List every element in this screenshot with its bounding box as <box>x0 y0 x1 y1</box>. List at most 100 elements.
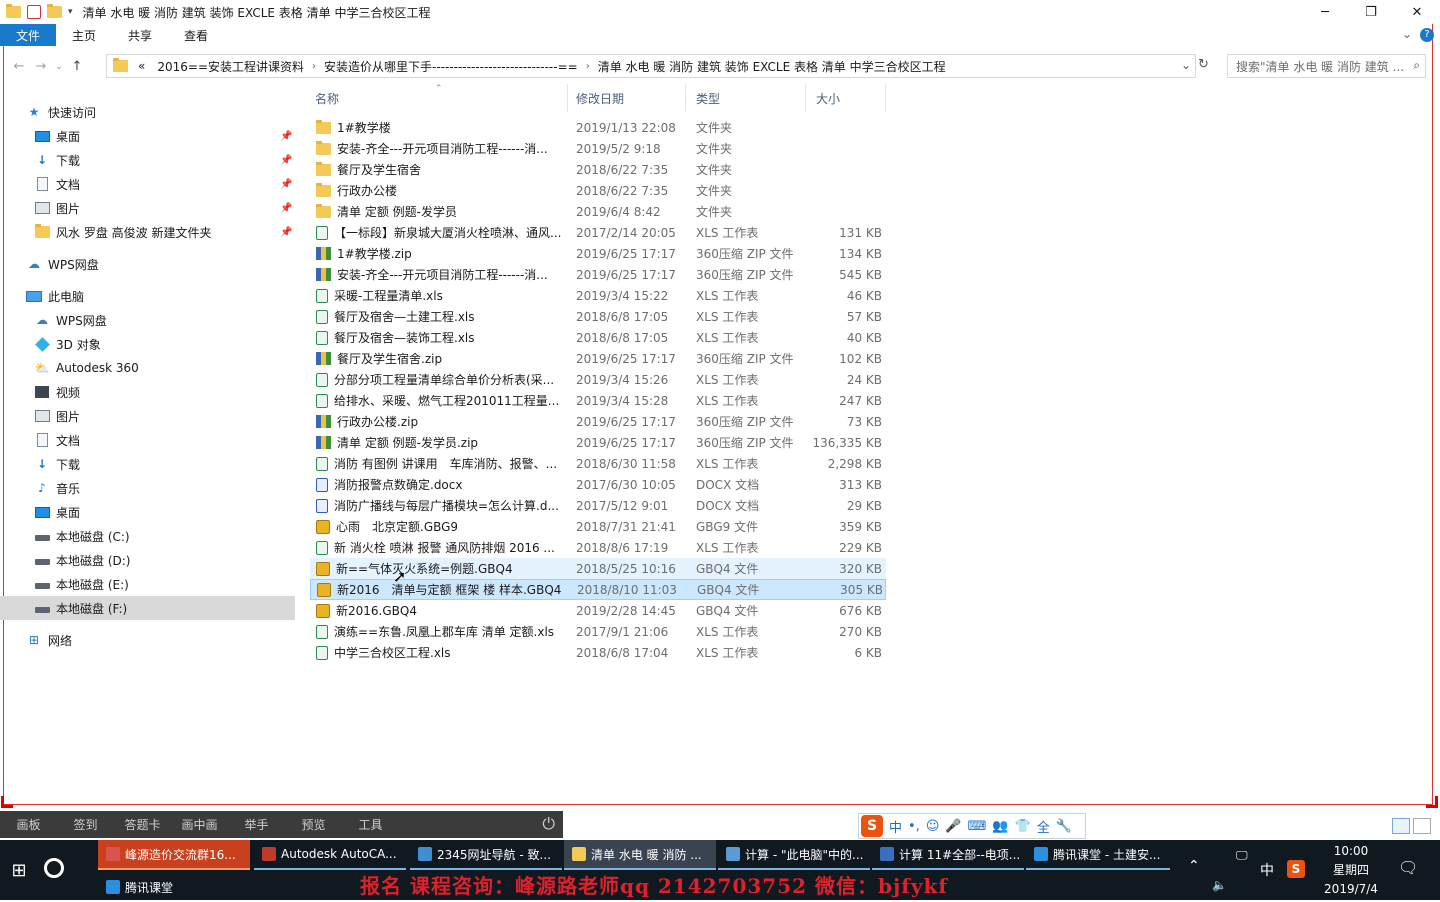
column-type[interactable]: 类型 <box>686 84 806 112</box>
taskbar-item[interactable]: 清单 水电 暖 消防 ... <box>564 840 716 870</box>
large-icons-view-icon[interactable] <box>1413 818 1431 834</box>
nav-item[interactable]: ⛅ Autodesk 360 <box>0 356 295 380</box>
properties-icon[interactable] <box>27 5 41 19</box>
nav-item[interactable]: ↓ 下载 📌 <box>0 148 295 172</box>
file-row[interactable]: 演练==东鲁.凤凰上郡车库 清单 定额.xls 2017/9/1 21:06 XLS… <box>310 621 886 642</box>
file-row[interactable]: 清单 定额 例题-发学员.zip 2019/6/25 17:17 360压缩 ZIP… <box>310 432 886 453</box>
file-row[interactable]: 心雨 北京定额.GBG9 2018/7/31 21:41 GBG9 文件 359 KB <box>310 516 886 537</box>
file-row[interactable]: 餐厅及学生宿舍 2018/6/22 7:35 文件夹 <box>310 159 886 180</box>
ime-lang[interactable]: 中 <box>889 817 902 836</box>
minimize-button[interactable]: ─ <box>1302 0 1348 24</box>
file-row[interactable]: 安装-齐全---开元项目消防工程------消... 2019/6/25 17:1… <box>310 264 886 285</box>
refresh-button[interactable]: ↻ <box>1198 57 1209 72</box>
keyboard-icon[interactable]: ⌨ <box>968 819 987 834</box>
emoji-icon[interactable]: ☺ <box>926 819 940 834</box>
tab-view[interactable]: 查看 <box>168 24 224 46</box>
customize-quick-access-icon[interactable]: ▾ <box>68 7 73 17</box>
file-row[interactable]: 新 消火栓 喷淋 报警 通风防排烟 2016 ... 2018/8/6 17:19… <box>310 537 886 558</box>
ime-indicator[interactable]: 中 <box>1260 860 1274 880</box>
chevron-right-icon[interactable]: › <box>312 61 316 72</box>
file-row[interactable]: 清单 定额 例题-发学员 2019/6/4 8:42 文件夹 <box>310 201 886 222</box>
microphone-icon[interactable]: 🎤 <box>945 819 961 834</box>
up-button[interactable]: ↑ <box>66 59 88 74</box>
file-row[interactable]: 中学三合校区工程.xls 2018/6/8 17:04 XLS 工作表 6 KB <box>310 642 886 663</box>
nav-item[interactable]: ☁ WPS网盘 <box>0 308 295 332</box>
nav-item[interactable]: ☁ WPS网盘 <box>0 252 295 276</box>
nav-item[interactable]: 图片 <box>0 404 295 428</box>
tab-home[interactable]: 主页 <box>56 24 112 46</box>
punctuation-icon[interactable]: •, <box>908 819 920 834</box>
file-row[interactable]: 采暖-工程量清单.xls 2019/3/4 15:22 XLS 工作表 46 KB <box>310 285 886 306</box>
cortana-icon[interactable] <box>44 858 64 878</box>
nav-item[interactable]: 本地磁盘 (E:) <box>0 572 295 596</box>
taskbar-item[interactable]: 2345网址导航 - 致... <box>410 840 562 870</box>
nav-item[interactable]: 此电脑 <box>0 284 295 308</box>
nav-item[interactable]: 3D 对象 <box>0 332 295 356</box>
file-row[interactable]: 新2016.GBQ4 2019/2/28 14:45 GBQ4 文件 676 KB <box>310 600 886 621</box>
tab-share[interactable]: 共享 <box>112 24 168 46</box>
column-name[interactable]: 名称 <box>305 84 568 112</box>
nav-item[interactable]: 文档 📌 <box>0 172 295 196</box>
pin-icon[interactable]: 📌 <box>280 203 292 214</box>
file-row[interactable]: 给排水、采暖、燃气工程201011工程量... 2019/3/4 15:28 XLS… <box>310 390 886 411</box>
column-size[interactable]: 大小 <box>806 84 886 112</box>
notifications-icon[interactable]: 🗨 <box>1398 858 1418 877</box>
nav-item[interactable]: 桌面 📌 <box>0 124 295 148</box>
file-row[interactable]: 【一标段】新泉城大厦消火栓喷淋、通风... 2017/2/14 20:05 XLS … <box>310 222 886 243</box>
pin-icon[interactable]: 📌 <box>280 227 292 238</box>
chevron-right-icon[interactable]: › <box>586 61 590 72</box>
nav-item[interactable]: 视频 <box>0 380 295 404</box>
close-button[interactable]: ✕ <box>1394 0 1440 24</box>
file-row[interactable]: 餐厅及学生宿舍.zip 2019/6/25 17:17 360压缩 ZIP 文件 10… <box>310 348 886 369</box>
clock[interactable]: 10:00 星期四 2019/7/4 <box>1318 842 1384 899</box>
forward-button[interactable]: → <box>30 59 52 74</box>
file-row[interactable]: 消防广播线与每层广播模块=怎么计算.d... 2017/5/12 9:01 DOCX… <box>310 495 886 516</box>
sogou-logo-icon[interactable]: S <box>861 815 883 837</box>
details-view-icon[interactable] <box>1392 818 1410 834</box>
back-button[interactable]: ← <box>8 59 30 74</box>
network-icon[interactable]: 🖵 <box>1236 848 1248 863</box>
recording-tool-button[interactable]: 画中画 <box>171 816 228 833</box>
file-row[interactable]: 1#教学楼.zip 2019/6/25 17:17 360压缩 ZIP 文件 134 … <box>310 243 886 264</box>
nav-item[interactable]: ★ 快速访问 <box>0 100 295 124</box>
nav-item[interactable]: ↓ 下载 <box>0 452 295 476</box>
file-row[interactable]: 1#教学楼 2019/1/13 22:08 文件夹 <box>310 117 886 138</box>
file-row[interactable]: 安装-齐全---开元项目消防工程------消... 2019/5/2 9:18 文… <box>310 138 886 159</box>
recording-tool-button[interactable]: 答题卡 <box>114 816 171 833</box>
file-row[interactable]: 消防报警点数确定.docx 2017/6/30 10:05 DOCX 文档 313 K… <box>310 474 886 495</box>
file-row[interactable]: 消防 有图例 讲课用 车库消防、报警、... 2018/6/30 11:58 XLS… <box>310 453 886 474</box>
recording-tool-button[interactable]: 举手 <box>228 816 285 833</box>
breadcrumb[interactable]: 2016==安装工程讲课资料 <box>157 58 304 75</box>
recording-tool-button[interactable]: 工具 <box>342 816 399 833</box>
users-icon[interactable]: 👥 <box>992 819 1008 834</box>
maximize-button[interactable]: ❐ <box>1348 0 1394 24</box>
taskbar-item[interactable]: 腾讯课堂 - 土建安... <box>1026 840 1170 870</box>
expand-ribbon-icon[interactable]: ⌄ <box>1402 27 1412 41</box>
pin-icon[interactable]: 📌 <box>280 179 292 190</box>
pin-icon[interactable]: 📌 <box>280 131 292 142</box>
power-icon[interactable]: ⏻ <box>542 814 555 834</box>
nav-item[interactable]: 本地磁盘 (C:) <box>0 524 295 548</box>
file-row[interactable]: 行政办公楼.zip 2019/6/25 17:17 360压缩 ZIP 文件 73 K… <box>310 411 886 432</box>
chevron-down-icon[interactable]: ⌄ <box>1181 58 1191 72</box>
recording-tool-button[interactable]: 画板 <box>0 816 57 833</box>
tab-file[interactable]: 文件 <box>0 24 57 46</box>
nav-item[interactable]: 本地磁盘 (F:) <box>0 596 295 620</box>
breadcrumb[interactable]: 清单 水电 暖 消防 建筑 装饰 EXCLE 表格 清单 中学三合校区工程 <box>598 58 946 75</box>
column-date[interactable]: 修改日期 <box>566 84 686 112</box>
recording-tool-button[interactable]: 签到 <box>57 816 114 833</box>
pin-icon[interactable]: 📌 <box>280 155 292 166</box>
taskbar-item[interactable]: 计算 11#全部--电项... <box>872 840 1024 870</box>
file-row[interactable]: 行政办公楼 2018/6/22 7:35 文件夹 <box>310 180 886 201</box>
file-row[interactable]: 餐厅及宿舍—装饰工程.xls 2018/6/8 17:05 XLS 工作表 40 KB <box>310 327 886 348</box>
skin-icon[interactable]: 👕 <box>1015 819 1031 834</box>
taskbar-item[interactable]: 峰源造价交流群16... <box>98 840 250 870</box>
nav-item[interactable]: 图片 📌 <box>0 196 295 220</box>
breadcrumb-overflow[interactable]: « <box>138 59 145 73</box>
new-folder-icon[interactable] <box>47 4 62 18</box>
nav-item[interactable]: ⊞ 网络 <box>0 628 295 652</box>
settings-icon[interactable]: 🔧 <box>1056 819 1072 834</box>
sogou-tray-icon[interactable]: S <box>1287 860 1305 878</box>
windows-start-icon[interactable]: ⊞ <box>0 840 38 900</box>
address-bar[interactable]: « 2016==安装工程讲课资料 › 安装造价从哪里下手------------… <box>106 54 1196 78</box>
